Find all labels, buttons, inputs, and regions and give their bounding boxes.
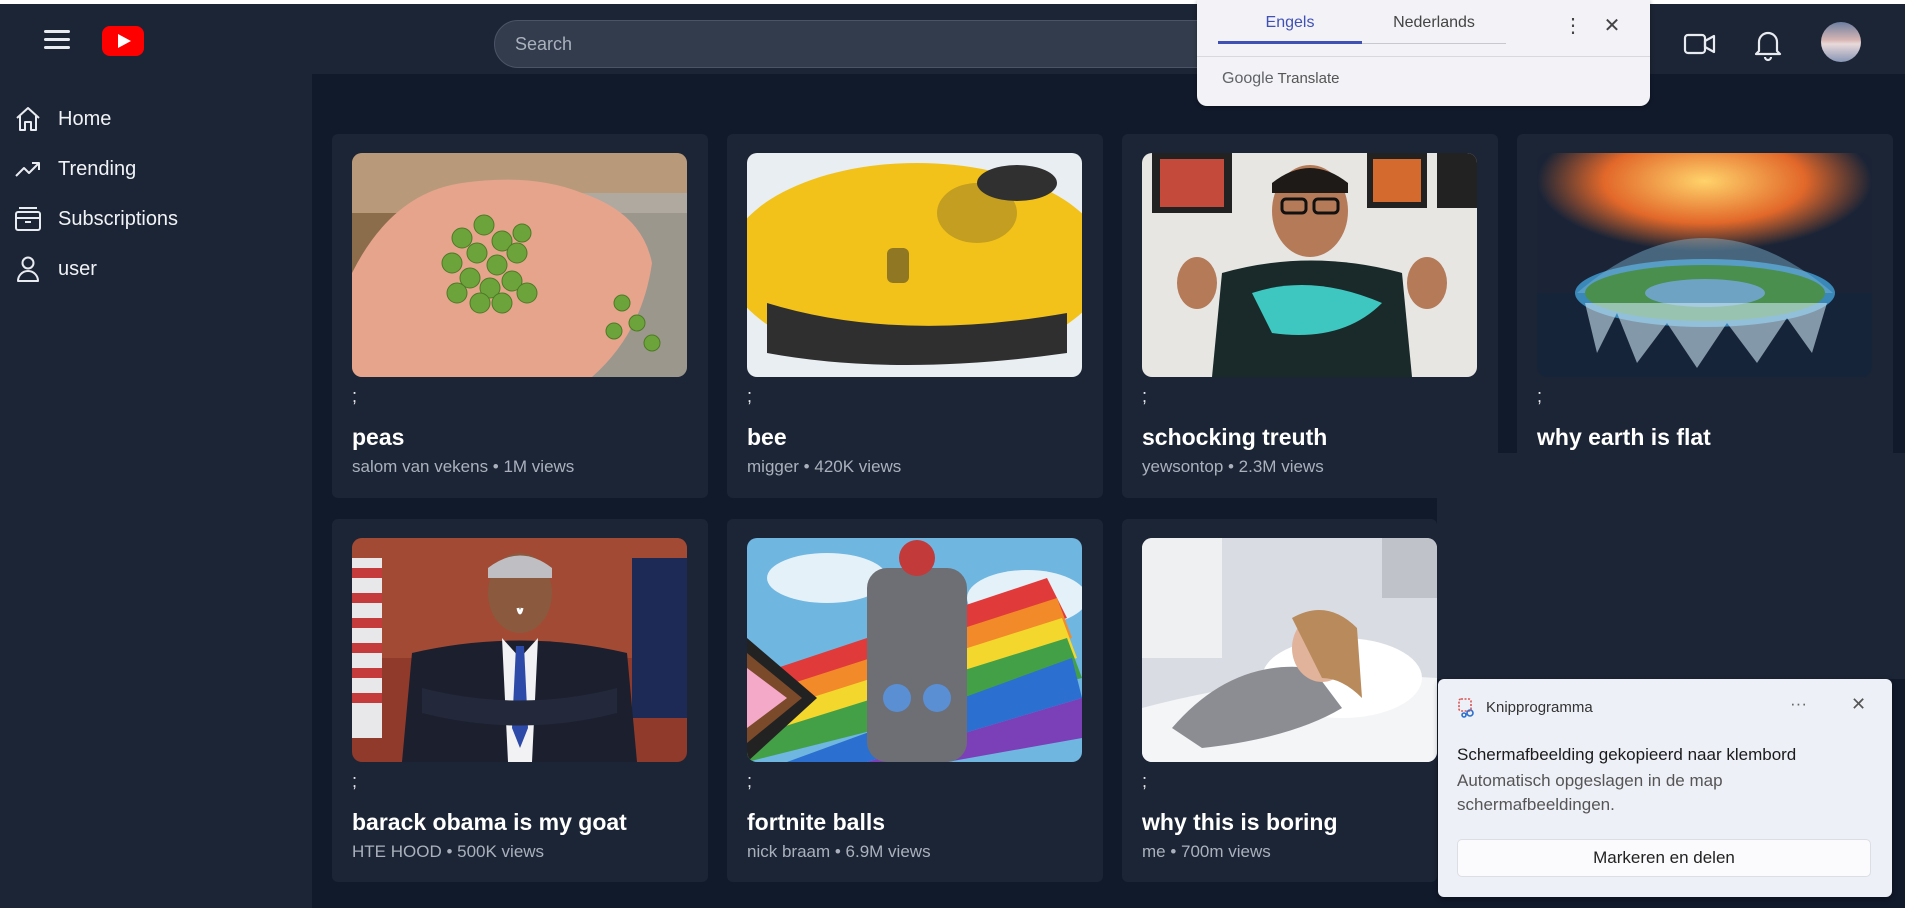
notification-app-name: Knipprogramma	[1486, 699, 1593, 716]
thumbnail-image	[747, 153, 1082, 377]
thumbnail-image	[747, 538, 1082, 762]
more-horizontal-icon[interactable]: ···	[1790, 694, 1807, 714]
video-card[interactable]: ; bee migger • 420K views	[727, 134, 1103, 498]
notification-title: Schermafbeelding gekopieerd naar klembor…	[1457, 745, 1797, 764]
trending-icon	[15, 162, 40, 177]
play-logo-icon	[102, 26, 144, 56]
video-meta: HTE HOOD • 500K views	[352, 842, 545, 861]
menu-icon[interactable]	[44, 30, 70, 50]
video-meta: migger • 420K views	[747, 457, 902, 476]
sidebar-item-label: Trending	[58, 157, 137, 180]
video-card[interactable]: ; barack obama is my goat HTE HOOD • 500…	[332, 519, 708, 882]
video-meta: nick braam • 6.9M views	[747, 842, 931, 861]
google-translate-popup: Engels Nederlands ⋮ ✕ Google Translate	[1197, 0, 1650, 106]
markup-and-share-button[interactable]: Markeren en delen	[1457, 839, 1871, 877]
more-vertical-icon[interactable]: ⋮	[1563, 13, 1583, 37]
sidebar: Home Trending Subscriptions user	[0, 74, 312, 908]
video-title[interactable]: bee	[747, 424, 787, 451]
youtube-logo[interactable]	[102, 26, 144, 56]
notification-backdrop	[1437, 453, 1905, 679]
avatar[interactable]	[1821, 22, 1861, 62]
video-prefix: ;	[747, 386, 753, 406]
sidebar-item-home[interactable]: Home	[14, 99, 111, 139]
notification-body: Automatisch opgeslagen in de map scherma…	[1457, 771, 1723, 814]
video-prefix: ;	[1537, 386, 1543, 406]
video-card[interactable]: ; why this is boring me • 700m views	[1122, 519, 1437, 882]
video-card[interactable]: ; why earth is flat	[1517, 134, 1893, 498]
close-icon[interactable]: ✕	[1851, 694, 1866, 715]
video-thumbnail[interactable]	[747, 538, 1082, 762]
video-prefix: ;	[747, 771, 753, 791]
divider	[1197, 56, 1650, 57]
bell-icon[interactable]	[1750, 26, 1786, 62]
tab-target-language[interactable]: Nederlands	[1362, 14, 1506, 44]
video-card[interactable]: ; peas salom van vekens • 1M views	[332, 134, 708, 498]
sidebar-item-label: Subscriptions	[58, 207, 179, 230]
video-title[interactable]: fortnite balls	[747, 809, 885, 836]
sidebar-item-user[interactable]: user	[14, 249, 97, 289]
video-thumbnail[interactable]	[747, 153, 1082, 377]
video-title[interactable]: why earth is flat	[1537, 424, 1711, 451]
video-meta: me • 700m views	[1142, 842, 1271, 861]
brand-google: Google	[1222, 70, 1274, 87]
search-input[interactable]	[495, 21, 1233, 68]
sidebar-item-label: user	[58, 257, 97, 280]
video-thumbnail[interactable]	[1142, 538, 1437, 762]
thumbnail-image	[1142, 538, 1437, 762]
video-prefix: ;	[1142, 386, 1148, 406]
video-title[interactable]: peas	[352, 424, 404, 451]
video-prefix: ;	[352, 386, 358, 406]
snipping-tool-icon	[1458, 698, 1476, 718]
user-icon	[17, 256, 39, 282]
thumbnail-image	[1142, 153, 1477, 377]
sidebar-item-trending[interactable]: Trending	[14, 149, 136, 189]
video-card[interactable]: ; schocking treuth yewsontop • 2.3M view…	[1122, 134, 1498, 498]
video-camera-icon[interactable]	[1682, 26, 1718, 62]
snipping-tool-notification: Knipprogramma ··· ✕ Schermafbeelding gek…	[1438, 679, 1892, 897]
sidebar-item-label: Home	[58, 107, 112, 130]
video-title[interactable]: barack obama is my goat	[352, 809, 627, 836]
subscriptions-icon	[15, 207, 41, 231]
google-translate-brand: Google Translate	[1222, 70, 1339, 88]
thumbnail-image	[352, 538, 687, 762]
brand-translate: Translate	[1277, 70, 1340, 87]
close-icon[interactable]: ✕	[1601, 13, 1623, 37]
video-prefix: ;	[1142, 771, 1148, 791]
video-title[interactable]: schocking treuth	[1142, 424, 1327, 451]
tab-source-language[interactable]: Engels	[1218, 14, 1362, 44]
video-thumbnail[interactable]	[352, 153, 687, 377]
thumbnail-image	[352, 153, 687, 377]
video-thumbnail[interactable]	[352, 538, 687, 762]
home-icon	[16, 107, 40, 131]
search-box[interactable]	[494, 20, 1234, 68]
video-meta: salom van vekens • 1M views	[352, 457, 575, 476]
video-thumbnail[interactable]	[1537, 153, 1872, 377]
video-prefix: ;	[352, 771, 358, 791]
sidebar-item-subscriptions[interactable]: Subscriptions	[14, 199, 178, 239]
thumbnail-image	[1537, 153, 1872, 377]
video-card[interactable]: ; fortnite balls nick braam • 6.9M views	[727, 519, 1103, 882]
video-thumbnail[interactable]	[1142, 153, 1477, 377]
video-meta: yewsontop • 2.3M views	[1142, 457, 1324, 476]
video-title[interactable]: why this is boring	[1142, 809, 1338, 836]
